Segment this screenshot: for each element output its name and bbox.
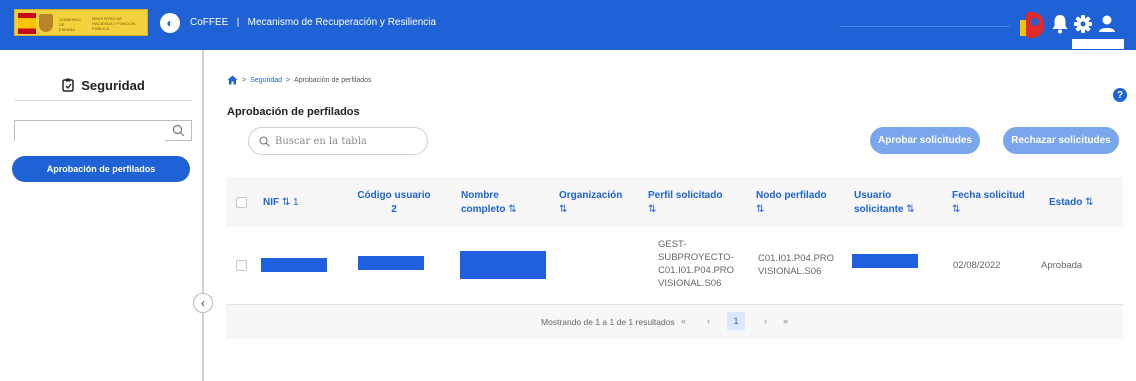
column-header-estado[interactable]: Estado ⇅	[1049, 196, 1094, 210]
table-search	[248, 127, 428, 155]
logo-text-government: GOBIERNO DE ESPAÑA	[59, 17, 81, 32]
redacted-usuario-solicitante	[852, 254, 918, 268]
reject-requests-button[interactable]: Rechazar solicitudes	[1003, 127, 1119, 154]
sort-icon[interactable]: ⇅	[559, 203, 622, 217]
sort-icon[interactable]: ⇅	[648, 203, 722, 217]
column-label: completo	[461, 204, 506, 215]
search-icon	[259, 136, 270, 147]
column-header-nif[interactable]: NIF ⇅ 1	[263, 196, 299, 210]
top-header: GOBIERNO DE ESPAÑA MINISTERIO DE HACIEND…	[0, 0, 1136, 50]
app-name: CoFFEE	[190, 17, 229, 28]
cell-fecha-solicitud: 02/08/2022	[953, 260, 1001, 271]
breadcrumb-separator: >	[286, 76, 291, 84]
column-header-usuario-solicitante[interactable]: Usuario solicitante ⇅	[854, 189, 915, 217]
government-logo[interactable]: GOBIERNO DE ESPAÑA MINISTERIO DE HACIEND…	[14, 9, 148, 36]
spain-flag-icon	[18, 13, 36, 34]
sort-icon[interactable]: ⇅	[756, 203, 827, 217]
cell-text-line: VISIONAL.S06	[658, 278, 722, 289]
row-checkbox[interactable]	[236, 260, 247, 271]
column-label: NIF	[263, 197, 280, 208]
cell-perfil-solicitado: GEST- SUBPROYECTO- C01.I01.P04.PRO VISIO…	[658, 238, 734, 290]
search-icon[interactable]	[172, 124, 185, 137]
cell-text-line: C01.I01.P04.PRO	[758, 253, 835, 264]
last-page-button[interactable]: »	[783, 316, 788, 326]
breadcrumb-current: Aprobación de perfilados	[294, 76, 372, 84]
column-header-perfil-solicitado[interactable]: Perfil solicitado ⇅	[648, 189, 722, 217]
cell-text-line: SUBPROYECTO-	[658, 252, 734, 263]
clipboard-icon	[62, 78, 74, 92]
column-label: Nombre	[461, 190, 499, 201]
prev-page-button[interactable]: ‹	[707, 316, 710, 326]
cell-text-line: GEST-	[658, 239, 687, 250]
column-label: Estado	[1049, 197, 1083, 208]
approve-requests-button[interactable]: Aprobar solicitudes	[870, 127, 980, 154]
column-header-nombre-completo[interactable]: Nombre completo ⇅	[461, 189, 517, 217]
table-header: NIF ⇅ 1 Código usuario 2 Nombre completo…	[226, 177, 1123, 227]
pagination-summary: Mostrando de 1 a 1 de 1 resultados	[541, 317, 675, 327]
sidebar-search	[14, 120, 192, 141]
bell-icon[interactable]	[1050, 13, 1070, 35]
sort-asc-icon[interactable]: ⇅ 1	[282, 197, 299, 208]
breadcrumb: > Seguridad > Aprobación de perfilados	[227, 75, 372, 85]
cell-text-line: VISIONAL.S06	[758, 266, 822, 277]
sort-icon[interactable]: ⇅	[508, 204, 516, 215]
user-name-redacted	[1072, 39, 1124, 49]
header-divider	[840, 26, 1010, 27]
user-icon[interactable]	[1097, 13, 1117, 35]
column-header-fecha-solicitud[interactable]: Fecha solicitud ⇅	[952, 189, 1025, 217]
table-row[interactable]: GEST- SUBPROYECTO- C01.I01.P04.PRO VISIO…	[226, 227, 1123, 305]
cell-text-line: C01.I01.P04.PRO	[658, 265, 735, 276]
coat-of-arms-icon	[39, 14, 53, 32]
coffee-app-icon[interactable]: ◐	[160, 13, 180, 33]
sidebar-header: Seguridad	[14, 72, 192, 98]
app-title: CoFFEE | Mecanismo de Recuperación y Res…	[190, 17, 436, 28]
redacted-codigo-usuario	[358, 256, 424, 270]
sidebar-collapse-button[interactable]: ‹	[193, 293, 213, 313]
sort-icon[interactable]: ⇅	[1085, 197, 1093, 208]
column-label: solicitante	[854, 204, 904, 215]
sort-icon[interactable]: ⇅	[906, 204, 914, 215]
breadcrumb-link-seguridad[interactable]: Seguridad	[250, 77, 282, 84]
page-title: Aprobación de perfilados	[227, 106, 360, 118]
page-1-button[interactable]: 1	[727, 312, 745, 330]
next-page-button[interactable]: ›	[764, 316, 767, 326]
help-icon[interactable]: ?	[1113, 88, 1127, 102]
column-label: Código usuario	[357, 190, 431, 201]
home-icon[interactable]	[227, 75, 238, 85]
sort-icon[interactable]: ⇅	[952, 203, 1025, 217]
select-all-checkbox[interactable]	[236, 197, 247, 208]
column-header-organizacion[interactable]: Organización ⇅	[559, 189, 622, 217]
recovery-plan-logo	[1020, 12, 1046, 38]
column-label: Organización	[559, 190, 623, 201]
table-search-input[interactable]	[275, 133, 420, 150]
cell-estado: Aprobada	[1041, 260, 1083, 271]
title-separator: |	[236, 17, 240, 28]
sort-order-label: 2	[391, 204, 397, 215]
column-header-nodo-perfilado[interactable]: Nodo perfilado ⇅	[756, 189, 827, 217]
app-subtitle: Mecanismo de Recuperación y Resiliencia	[247, 17, 437, 28]
redacted-nombre-completo	[460, 251, 546, 279]
column-label: Nodo perfilado	[756, 190, 827, 201]
sidebar-divider	[14, 100, 192, 101]
column-label: Usuario	[854, 190, 892, 201]
redacted-nif	[261, 258, 327, 272]
column-label: Fecha solicitud	[952, 190, 1025, 201]
column-label: Perfil solicitado	[648, 190, 723, 201]
sidebar-search-input[interactable]	[15, 122, 165, 141]
breadcrumb-separator: >	[242, 76, 247, 84]
first-page-button[interactable]: «	[681, 316, 686, 326]
sidebar-item-aprobacion-perfilados[interactable]: Aprobación de perfilados	[12, 156, 190, 182]
column-header-codigo-usuario[interactable]: Código usuario 2	[349, 189, 439, 217]
logo-text-ministry: MINISTERIO DE HACIENDA Y FUNCIÓN PÚBLICA	[92, 16, 136, 31]
gear-icon[interactable]	[1073, 13, 1093, 35]
sidebar: Seguridad Aprobación de perfilados	[0, 50, 204, 381]
sidebar-title: Seguridad	[81, 77, 145, 93]
cell-nodo-perfilado: C01.I01.P04.PRO VISIONAL.S06	[758, 252, 834, 278]
